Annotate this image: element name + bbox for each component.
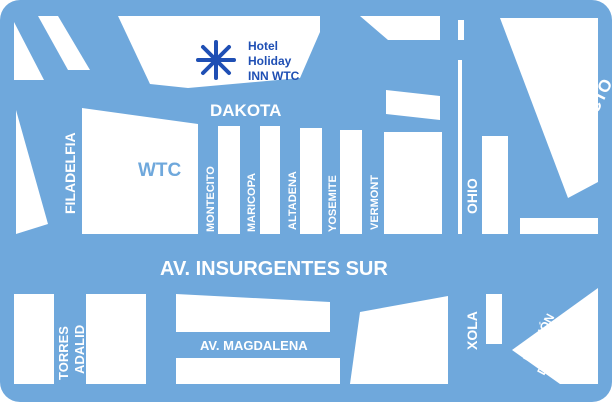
block	[482, 136, 508, 234]
block	[458, 60, 462, 234]
street-label-maricopa: MARICOPA	[246, 173, 258, 232]
hotel-name-line-3: INN WTC	[248, 69, 300, 83]
street-label-vermont: VERMONT	[369, 175, 381, 230]
street-label-dakota: DAKOTA	[210, 101, 281, 120]
block	[218, 126, 240, 234]
block	[14, 294, 54, 384]
street-label-yosemite: YOSEMITE	[327, 175, 339, 232]
map-canvas: Hotel Holiday INN WTC WTC DAKOTA AV. INS…	[0, 0, 612, 402]
block	[176, 358, 340, 384]
block	[384, 132, 442, 234]
street-label-insurgentes: AV. INSURGENTES SUR	[160, 258, 388, 280]
block	[86, 294, 146, 384]
block	[260, 126, 280, 234]
block	[520, 218, 598, 234]
street-label-altadena: ALTADENA	[287, 171, 299, 230]
city-street-map: Hotel Holiday INN WTC WTC DAKOTA AV. INS…	[0, 0, 612, 402]
block	[486, 294, 502, 344]
street-label-adalid: ADALID	[72, 325, 87, 374]
hotel-name-line-2: Holiday	[248, 54, 292, 68]
wtc-label: WTC	[138, 160, 182, 181]
street-label-filadelfia: FILADELFIA	[62, 132, 78, 214]
street-label-ohio: OHIO	[464, 178, 480, 214]
street-label-xola: XOLA	[464, 311, 480, 350]
street-label-torres: TORRES	[56, 326, 71, 380]
block	[340, 130, 362, 234]
block	[458, 20, 464, 40]
street-label-magdalena: AV. MAGDALENA	[200, 338, 308, 353]
block	[300, 128, 322, 234]
hotel-name-line-1: Hotel	[248, 39, 278, 53]
asterisk-star-icon	[196, 40, 236, 80]
street-label-montecito: MONTECITO	[205, 166, 217, 232]
